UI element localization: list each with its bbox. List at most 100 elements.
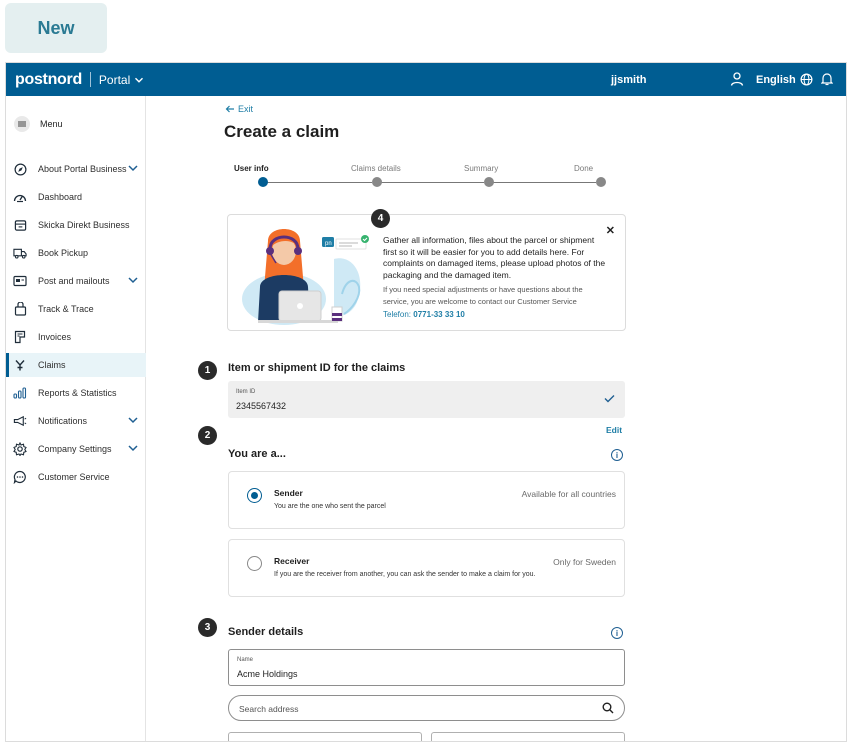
sidebar: Menu About Portal Business Dashboard Ski…	[6, 96, 146, 741]
phone-number: 0771-33 33 10	[413, 310, 465, 319]
exit-label: Exit	[238, 104, 254, 114]
sidebar-item-label: Customer Service	[38, 472, 110, 482]
step-dot-done	[596, 177, 606, 187]
sidebar-item-claims[interactable]: Claims	[6, 353, 146, 377]
step-connector	[266, 182, 372, 183]
sidebar-item-invoices[interactable]: Invoices	[6, 325, 146, 349]
sidebar-item-label: About Portal Business	[38, 164, 127, 174]
mail-icon	[13, 274, 27, 288]
sidebar-item-label: Track & Trace	[38, 304, 94, 314]
sidebar-item-dashboard[interactable]: Dashboard	[6, 185, 146, 209]
sidebar-item-company-settings[interactable]: Company Settings	[6, 437, 146, 461]
option-note: Only for Sweden	[553, 557, 616, 567]
step-badge-4: 4	[371, 209, 390, 228]
sidebar-item-track-trace[interactable]: Track & Trace	[6, 297, 146, 321]
logo-divider	[89, 72, 91, 87]
top-bar: postnord Portal jjsmith English	[6, 63, 846, 96]
svg-text:pn: pn	[325, 241, 332, 247]
compass-icon	[13, 162, 27, 176]
option-note: Available for all countries	[521, 489, 616, 499]
search-address-input[interactable]: Search address	[228, 695, 625, 721]
gauge-icon	[13, 190, 27, 204]
main-content: Exit Create a claim User info Claims det…	[146, 96, 846, 741]
chat-icon	[13, 470, 27, 484]
option-title: Sender	[274, 488, 303, 498]
name-label: Name	[237, 657, 254, 663]
step-dot-summary	[484, 177, 494, 187]
step-label-user-info: User info	[234, 164, 269, 173]
progress-stepper: User info Claims details Summary Done	[226, 164, 606, 194]
sidebar-item-label: Dashboard	[38, 192, 83, 202]
receiver-option[interactable]: Receiver If you are the receiver from an…	[228, 539, 625, 597]
new-badge: New	[5, 3, 107, 53]
phone-label: Telefon:	[383, 310, 412, 319]
chevron-down-icon	[128, 445, 138, 452]
receiver-radio[interactable]	[247, 556, 262, 571]
sidebar-item-label: Skicka Direkt Business	[38, 220, 130, 230]
language-label: English	[756, 73, 796, 86]
sidebar-item-notifications[interactable]: Notifications	[6, 409, 146, 433]
sidebar-item-about[interactable]: About Portal Business	[6, 157, 146, 181]
package-icon	[13, 218, 27, 232]
item-id-field[interactable]: Item ID 2345567432	[228, 381, 625, 418]
claims-icon	[13, 358, 27, 372]
portal-switcher[interactable]: Portal	[99, 73, 144, 87]
edit-link[interactable]: Edit	[606, 425, 622, 435]
truck-icon	[13, 246, 27, 260]
step-badge-3: 3	[198, 618, 217, 637]
chevron-down-icon	[128, 417, 138, 424]
sidebar-item-label: Notifications	[38, 416, 88, 426]
step-dot-user-info	[258, 177, 268, 187]
name-field[interactable]: Name Acme Holdings	[228, 649, 625, 686]
chevron-down-icon	[135, 77, 144, 83]
sidebar-item-customer-service[interactable]: Customer Service	[6, 465, 146, 489]
menu-icon	[14, 116, 30, 132]
step-label-done: Done	[574, 164, 594, 173]
postnord-logo[interactable]: postnord	[15, 71, 82, 89]
megaphone-icon	[13, 414, 27, 428]
name-value: Acme Holdings	[237, 669, 298, 679]
address-field-left[interactable]	[228, 732, 422, 741]
step-dot-claims-details	[372, 177, 382, 187]
chevron-down-icon	[128, 165, 138, 172]
step-badge-2: 2	[198, 426, 217, 445]
info-subtext: If you need special adjustments or have …	[383, 285, 583, 306]
sidebar-item-post-mailouts[interactable]: Post and mailouts	[6, 269, 146, 293]
sidebar-item-skicka-direkt[interactable]: Skicka Direkt Business	[6, 213, 146, 237]
item-id-label: Item ID	[236, 389, 256, 395]
sender-radio[interactable]	[247, 488, 262, 503]
menu-toggle[interactable]: Menu	[14, 116, 63, 132]
parcel-icon	[13, 302, 27, 316]
chevron-down-icon	[128, 277, 138, 284]
search-placeholder: Search address	[239, 704, 299, 714]
info-icon[interactable]: i	[611, 449, 623, 461]
sender-option[interactable]: Sender You are the one who sent the parc…	[228, 471, 625, 529]
step-label-summary: Summary	[464, 164, 499, 173]
item-section-title: Item or shipment ID for the claims	[228, 362, 406, 374]
item-id-value: 2345567432	[236, 401, 287, 411]
sidebar-item-reports[interactable]: Reports & Statistics	[6, 381, 146, 405]
address-field-right[interactable]	[431, 732, 625, 741]
invoice-icon	[13, 330, 27, 344]
exit-link[interactable]: Exit	[225, 104, 253, 114]
phone-link[interactable]: Telefon: 0771-33 33 10	[383, 310, 465, 319]
step-connector	[381, 182, 484, 183]
user-icon[interactable]	[730, 71, 744, 87]
option-description: If you are the receiver from another, yo…	[274, 571, 536, 578]
close-icon[interactable]: ✕	[606, 224, 615, 237]
customer-service-illustration: pn	[242, 229, 369, 325]
step-label-claims-details: Claims details	[351, 164, 401, 173]
search-icon[interactable]	[602, 702, 614, 714]
step-badge-1: 1	[198, 361, 217, 380]
username[interactable]: jjsmith	[611, 74, 646, 86]
bell-icon[interactable]	[821, 72, 833, 86]
sidebar-item-label: Reports & Statistics	[38, 388, 117, 398]
sidebar-item-label: Claims	[38, 360, 66, 370]
info-text: Gather all information, files about the …	[383, 235, 606, 280]
option-description: You are the one who sent the parcel	[274, 503, 386, 510]
sidebar-item-book-pickup[interactable]: Book Pickup	[6, 241, 146, 265]
language-selector[interactable]: English	[756, 73, 813, 86]
info-icon[interactable]: i	[611, 627, 623, 639]
option-title: Receiver	[274, 556, 310, 566]
menu-label: Menu	[40, 119, 63, 129]
